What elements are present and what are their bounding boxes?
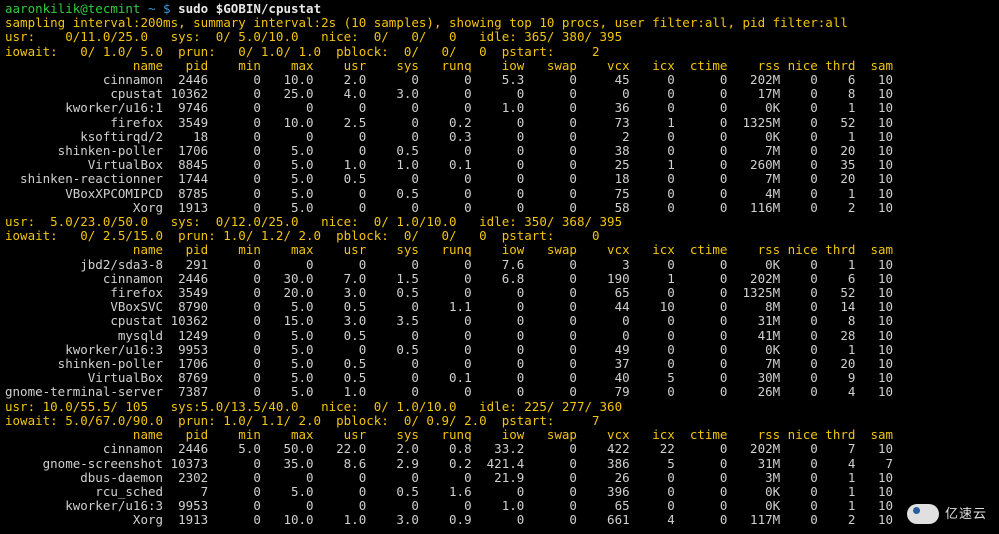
proc-row: VirtualBox 8769 0 5.0 0.5 0 0.1 0 0 40 5… <box>5 371 999 385</box>
proc-row: firefox 3549 0 20.0 3.0 0.5 0 0 0 65 0 0… <box>5 286 999 300</box>
proc-row: cpustat 10362 0 25.0 4.0 3.0 0 0 0 0 0 0… <box>5 87 999 101</box>
metrics-line-1: usr: 10.0/55.5/ 105 sys:5.0/13.5/40.0 ni… <box>5 400 999 414</box>
proc-row: Xorg 1913 0 5.0 0 0 0 0 0 58 0 0 116M 0 … <box>5 201 999 215</box>
proc-row: shinken-reactionner 1744 0 5.0 0.5 0 0 0… <box>5 172 999 186</box>
proc-row: VBoxXPCOMIPCD 8785 0 5.0 0 0.5 0 0 0 75 … <box>5 187 999 201</box>
terminal-window[interactable]: aaronkilik@tecmint ~ $ sudo $GOBIN/cpust… <box>0 0 999 528</box>
metrics-line-1: usr: 5.0/23.0/50.0 sys: 0/12.0/25.0 nice… <box>5 215 999 229</box>
column-header: name pid min max usr sys runq iow swap v… <box>5 59 999 73</box>
proc-row: rcu_sched 7 0 5.0 0 0.5 1.6 0 0 396 0 0 … <box>5 485 999 499</box>
proc-row: jbd2/sda3-8 291 0 0 0 0 0 7.6 0 3 0 0 0K… <box>5 258 999 272</box>
proc-row: shinken-poller 1706 0 5.0 0 0.5 0 0 0 38… <box>5 144 999 158</box>
proc-row: VirtualBox 8845 0 5.0 1.0 1.0 0.1 0 0 25… <box>5 158 999 172</box>
metrics-line-1: usr: 0/11.0/25.0 sys: 0/ 5.0/10.0 nice: … <box>5 30 999 44</box>
proc-row: kworker/u16:3 9953 0 5.0 0 0.5 0 0 0 49 … <box>5 343 999 357</box>
column-header: name pid min max usr sys runq iow swap v… <box>5 428 999 442</box>
proc-row: ksoftirqd/2 18 0 0 0 0 0.3 0 0 2 0 0 0K … <box>5 130 999 144</box>
proc-row: gnome-screenshot 10373 0 35.0 8.6 2.9 0.… <box>5 457 999 471</box>
proc-row: kworker/u16:3 9953 0 0 0 0 0 1.0 0 65 0 … <box>5 499 999 513</box>
proc-row: Xorg 1913 0 10.0 1.0 3.0 0.9 0 0 661 4 0… <box>5 513 999 527</box>
proc-row: cpustat 10362 0 15.0 3.0 3.5 0 0 0 0 0 0… <box>5 314 999 328</box>
proc-row: VBoxSVC 8790 0 5.0 0.5 0 1.1 0 0 44 10 0… <box>5 300 999 314</box>
prompt-line[interactable]: aaronkilik@tecmint ~ $ sudo $GOBIN/cpust… <box>5 2 999 16</box>
metrics-line-2: iowait: 0/ 1.0/ 5.0 prun: 0/ 1.0/ 1.0 pb… <box>5 45 999 59</box>
proc-row: shinken-poller 1706 0 5.0 0.5 0 0 0 0 37… <box>5 357 999 371</box>
summary-line: sampling interval:200ms, summary interva… <box>5 16 999 30</box>
proc-row: cinnamon 2446 5.0 50.0 22.0 2.0 0.8 33.2… <box>5 442 999 456</box>
metrics-line-2: iowait: 5.0/67.0/90.0 prun: 1.0/ 1.1/ 2.… <box>5 414 999 428</box>
proc-row: gnome-terminal-server 7387 0 5.0 1.0 0 0… <box>5 385 999 399</box>
metrics-line-2: iowait: 0/ 2.5/15.0 prun: 1.0/ 1.2/ 2.0 … <box>5 229 999 243</box>
proc-row: dbus-daemon 2302 0 0 0 0 0 21.9 0 26 0 0… <box>5 471 999 485</box>
proc-row: firefox 3549 0 10.0 2.5 0 0.2 0 0 73 1 0… <box>5 116 999 130</box>
proc-row: cinnamon 2446 0 10.0 2.0 0 0 5.3 0 45 0 … <box>5 73 999 87</box>
proc-row: mysqld 1249 0 5.0 0.5 0 0 0 0 0 0 0 41M … <box>5 329 999 343</box>
column-header: name pid min max usr sys runq iow swap v… <box>5 243 999 257</box>
proc-row: kworker/u16:1 9746 0 0 0 0 0 1.0 0 36 0 … <box>5 101 999 115</box>
proc-row: cinnamon 2446 0 30.0 7.0 1.5 0 6.8 0 190… <box>5 272 999 286</box>
